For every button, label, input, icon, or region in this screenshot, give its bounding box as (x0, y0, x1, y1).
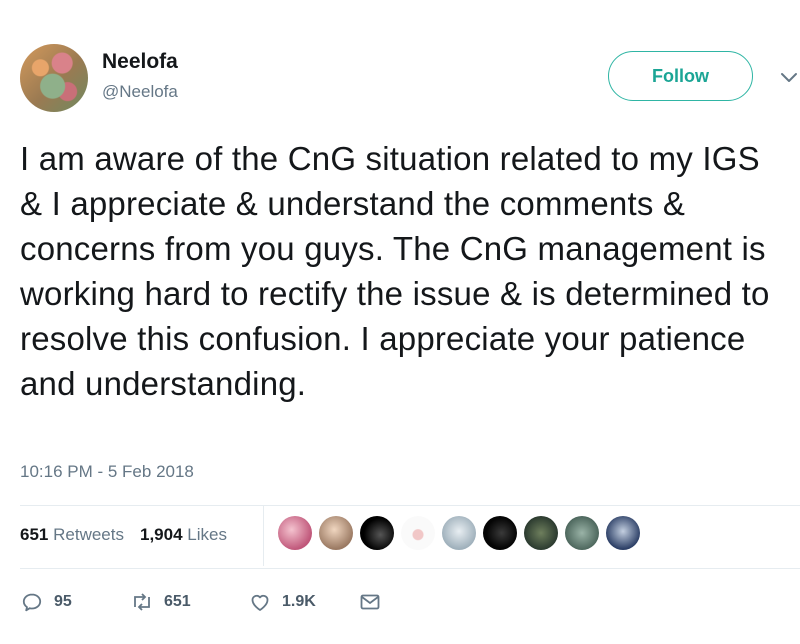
caret-down-icon[interactable] (778, 66, 800, 88)
likes-count: 1,904 (139, 525, 183, 544)
liker-avatar[interactable] (442, 516, 476, 550)
tweet-stats: 651 Retweets 1,904 Likes (20, 525, 227, 545)
author-name[interactable]: Neelofa (102, 50, 178, 74)
retweets-stat[interactable]: 651 Retweets (20, 525, 124, 544)
liker-avatar[interactable] (483, 516, 517, 550)
reply-count: 95 (54, 593, 72, 610)
tweet-text: I am aware of the CnG situation related … (20, 140, 770, 402)
retweet-action[interactable]: 651 (130, 590, 191, 614)
likes-stat[interactable]: 1,904 Likes (140, 525, 227, 544)
author-handle[interactable]: @Neelofa (102, 82, 178, 102)
retweet-count: 651 (164, 593, 191, 610)
retweets-label: Retweets (53, 525, 124, 544)
retweet-icon (134, 593, 150, 611)
like-count: 1.9K (282, 593, 316, 610)
likes-label: Likes (187, 525, 227, 544)
reply-action[interactable]: 95 (20, 590, 72, 614)
heart-icon (251, 594, 269, 611)
liker-avatar[interactable] (360, 516, 394, 550)
liker-avatar[interactable] (278, 516, 312, 550)
avatar[interactable] (20, 44, 88, 112)
liker-avatar[interactable] (401, 516, 435, 550)
reply-icon (22, 593, 42, 612)
stats-separator (263, 506, 264, 566)
divider (20, 505, 800, 506)
retweets-count: 651 (20, 525, 49, 544)
liker-avatar[interactable] (606, 516, 640, 550)
direct-message-action[interactable] (358, 590, 382, 614)
like-action[interactable]: 1.9K (248, 590, 316, 614)
direct-message-icon (360, 594, 380, 610)
liker-avatar[interactable] (524, 516, 558, 550)
divider (20, 568, 800, 569)
tweet-timestamp[interactable]: 10:16 PM - 5 Feb 2018 (20, 462, 194, 482)
liker-avatar[interactable] (319, 516, 353, 550)
liker-avatar[interactable] (565, 516, 599, 550)
follow-button[interactable]: Follow (608, 51, 753, 101)
